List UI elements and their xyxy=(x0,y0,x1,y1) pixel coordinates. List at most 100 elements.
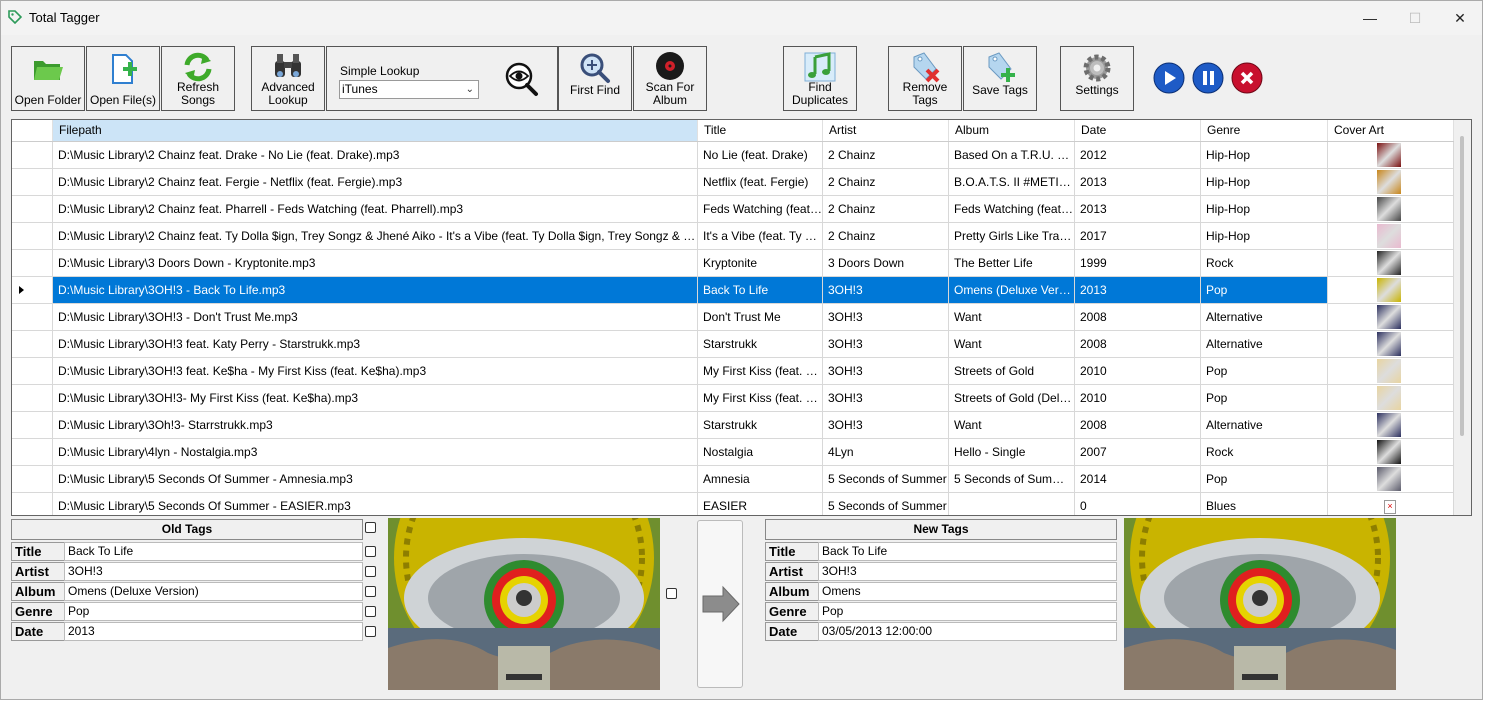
cell-filepath[interactable]: D:\Music Library\3OH!3 - Don't Trust Me.… xyxy=(53,304,698,330)
cell-filepath[interactable]: D:\Music Library\3Oh!3- Starrstrukk.mp3 xyxy=(53,412,698,438)
table-row[interactable]: D:\Music Library\3OH!3 feat. Katy Perry … xyxy=(12,331,1454,358)
table-row[interactable]: D:\Music Library\3Oh!3- Starrstrukk.mp3 S… xyxy=(12,412,1454,439)
cell-artist[interactable]: 3OH!3 xyxy=(823,304,949,330)
cell-album[interactable]: Streets of Gold (Delux... xyxy=(949,385,1075,411)
old-tag-genre-checkbox[interactable] xyxy=(365,606,376,617)
old-tag-artist-checkbox[interactable] xyxy=(365,566,376,577)
apply-cover-checkbox[interactable] xyxy=(666,588,677,599)
maximize-button[interactable]: ☐ xyxy=(1399,7,1431,29)
cell-filepath[interactable]: D:\Music Library\2 Chainz feat. Drake - … xyxy=(53,142,698,168)
cell-genre[interactable]: Rock xyxy=(1201,250,1328,276)
cell-genre[interactable]: Hip-Hop xyxy=(1201,223,1328,249)
old-tags-value-album[interactable]: Omens (Deluxe Version) xyxy=(64,582,363,601)
refresh-songs-button[interactable]: Refresh Songs xyxy=(161,46,235,111)
cell-date[interactable]: 2010 xyxy=(1075,385,1201,411)
cell-genre[interactable]: Rock xyxy=(1201,439,1328,465)
table-row[interactable]: D:\Music Library\3OH!3- My First Kiss (f… xyxy=(12,385,1454,412)
column-header-genre[interactable]: Genre xyxy=(1201,120,1328,141)
cell-date[interactable]: 2017 xyxy=(1075,223,1201,249)
row-header[interactable] xyxy=(12,277,53,303)
row-header[interactable] xyxy=(12,331,53,357)
cell-artist[interactable]: 2 Chainz xyxy=(823,196,949,222)
grid-scrollbar[interactable] xyxy=(1454,120,1471,515)
cell-date[interactable]: 2008 xyxy=(1075,331,1201,357)
new-tags-value-date[interactable]: 03/05/2013 12:00:00 xyxy=(818,622,1117,641)
cell-cover-art[interactable] xyxy=(1328,466,1454,492)
cell-filepath[interactable]: D:\Music Library\3OH!3- My First Kiss (f… xyxy=(53,385,698,411)
cell-album[interactable]: The Better Life xyxy=(949,250,1075,276)
cell-artist[interactable]: 2 Chainz xyxy=(823,142,949,168)
column-header-title[interactable]: Title xyxy=(698,120,823,141)
cell-album[interactable]: Pretty Girls Like Trap ... xyxy=(949,223,1075,249)
table-row[interactable]: D:\Music Library\3 Doors Down - Kryptoni… xyxy=(12,250,1454,277)
row-header[interactable] xyxy=(12,466,53,492)
table-row[interactable]: D:\Music Library\5 Seconds Of Summer - A… xyxy=(12,466,1454,493)
cell-cover-art[interactable] xyxy=(1328,385,1454,411)
row-header[interactable] xyxy=(12,439,53,465)
cell-filepath[interactable]: D:\Music Library\3OH!3 feat. Ke$ha - My … xyxy=(53,358,698,384)
table-row[interactable]: D:\Music Library\3OH!3 - Back To Life.mp… xyxy=(12,277,1454,304)
cell-title[interactable]: No Lie (feat. Drake) xyxy=(698,142,823,168)
cell-title[interactable]: Kryptonite xyxy=(698,250,823,276)
old-tags-value-genre[interactable]: Pop xyxy=(64,602,363,621)
cell-album[interactable] xyxy=(949,493,1075,515)
cell-filepath[interactable]: D:\Music Library\3OH!3 feat. Katy Perry … xyxy=(53,331,698,357)
cell-filepath[interactable]: D:\Music Library\5 Seconds Of Summer - E… xyxy=(53,493,698,515)
cell-title[interactable]: Starstrukk xyxy=(698,412,823,438)
cell-title[interactable]: Nostalgia xyxy=(698,439,823,465)
cell-filepath[interactable]: D:\Music Library\5 Seconds Of Summer - A… xyxy=(53,466,698,492)
cell-genre[interactable]: Pop xyxy=(1201,385,1328,411)
table-row[interactable]: D:\Music Library\2 Chainz feat. Drake - … xyxy=(12,142,1454,169)
minimize-button[interactable]: — xyxy=(1354,7,1386,29)
old-tag-title-checkbox[interactable] xyxy=(365,546,376,557)
column-header-cover-art[interactable]: Cover Art xyxy=(1328,120,1454,141)
old-tags-value-title[interactable]: Back To Life xyxy=(64,542,363,561)
row-header[interactable] xyxy=(12,412,53,438)
cell-artist[interactable]: 3OH!3 xyxy=(823,385,949,411)
old-tags-value-date[interactable]: 2013 xyxy=(64,622,363,641)
cell-title[interactable]: Amnesia xyxy=(698,466,823,492)
table-row[interactable]: D:\Music Library\4lyn - Nostalgia.mp3 Nos… xyxy=(12,439,1454,466)
find-duplicates-button[interactable]: Find Duplicates xyxy=(783,46,857,111)
row-header[interactable] xyxy=(12,169,53,195)
cell-cover-art[interactable] xyxy=(1328,250,1454,276)
cell-cover-art[interactable] xyxy=(1328,358,1454,384)
scan-for-album-button[interactable]: Scan For Album xyxy=(633,46,707,111)
table-row[interactable]: D:\Music Library\3OH!3 feat. Ke$ha - My … xyxy=(12,358,1454,385)
row-header[interactable] xyxy=(12,385,53,411)
stop-icon[interactable] xyxy=(1231,62,1263,94)
cell-date[interactable]: 2014 xyxy=(1075,466,1201,492)
cell-title[interactable]: Starstrukk xyxy=(698,331,823,357)
close-button[interactable]: ✕ xyxy=(1444,7,1476,29)
cell-cover-art[interactable] xyxy=(1328,331,1454,357)
scrollbar-thumb[interactable] xyxy=(1460,136,1464,436)
table-row[interactable]: D:\Music Library\5 Seconds Of Summer - E… xyxy=(12,493,1454,515)
cell-artist[interactable]: 3 Doors Down xyxy=(823,250,949,276)
cell-genre[interactable]: Alternative xyxy=(1201,331,1328,357)
cell-artist[interactable]: 3OH!3 xyxy=(823,331,949,357)
cell-cover-art[interactable]: × xyxy=(1328,493,1454,515)
row-header[interactable] xyxy=(12,493,53,515)
row-header[interactable] xyxy=(12,358,53,384)
cell-title[interactable]: Netflix (feat. Fergie) xyxy=(698,169,823,195)
cell-date[interactable]: 2013 xyxy=(1075,277,1201,303)
open-folder-button[interactable]: Open Folder xyxy=(11,46,85,111)
new-tags-value-title[interactable]: Back To Life xyxy=(818,542,1117,561)
new-tags-value-artist[interactable]: 3OH!3 xyxy=(818,562,1117,581)
cell-cover-art[interactable] xyxy=(1328,304,1454,330)
cell-genre[interactable]: Pop xyxy=(1201,358,1328,384)
lookup-source-select[interactable]: iTunes ⌄ xyxy=(339,80,479,99)
old-tags-select-all-checkbox[interactable] xyxy=(365,522,376,533)
cell-artist[interactable]: 3OH!3 xyxy=(823,358,949,384)
row-header[interactable] xyxy=(12,250,53,276)
cell-genre[interactable]: Hip-Hop xyxy=(1201,196,1328,222)
new-tags-value-album[interactable]: Omens xyxy=(818,582,1117,601)
cell-title[interactable]: My First Kiss (feat. Ke$... xyxy=(698,385,823,411)
cell-genre[interactable]: Alternative xyxy=(1201,304,1328,330)
cell-date[interactable]: 1999 xyxy=(1075,250,1201,276)
save-tags-button[interactable]: Save Tags xyxy=(963,46,1037,111)
cell-date[interactable]: 2012 xyxy=(1075,142,1201,168)
cell-album[interactable]: Want xyxy=(949,304,1075,330)
cell-genre[interactable]: Hip-Hop xyxy=(1201,142,1328,168)
table-row[interactable]: D:\Music Library\2 Chainz feat. Ty Dolla… xyxy=(12,223,1454,250)
